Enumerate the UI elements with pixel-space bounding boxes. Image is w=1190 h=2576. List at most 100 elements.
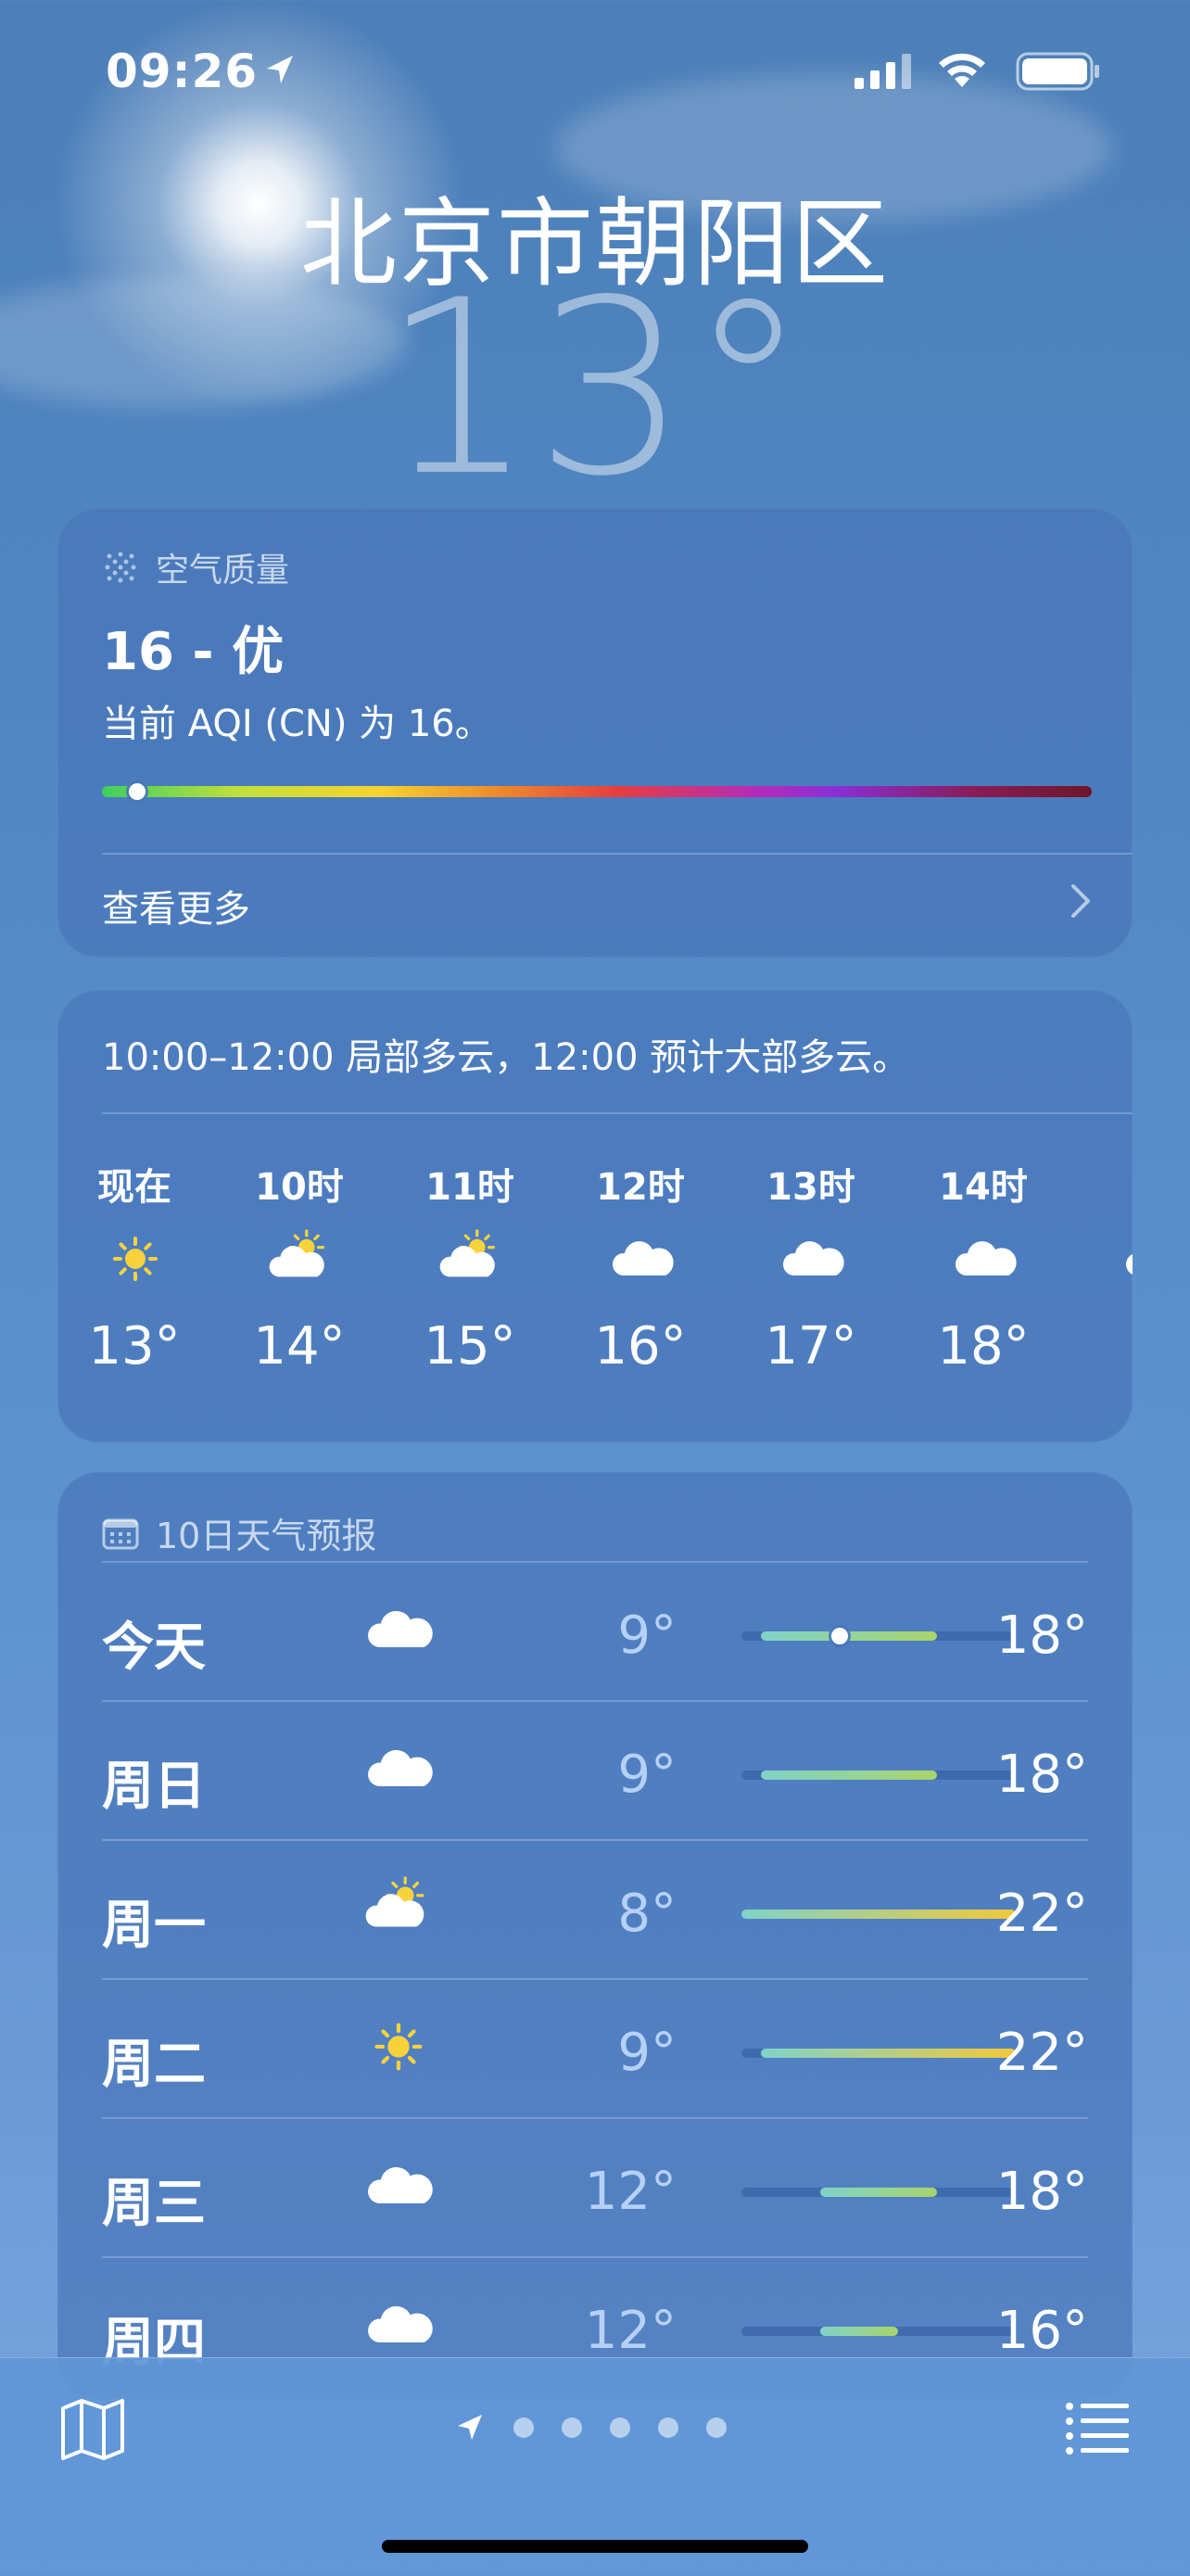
page-dot[interactable] <box>610 2417 630 2438</box>
current-temperature: 13° <box>381 249 809 529</box>
low-temperature: 9° <box>617 1605 677 1666</box>
hourly-forecast-card[interactable]: 10:00–12:00 局部多云，12:00 预计大部多云。 现在 13° 10时… <box>57 990 1133 1442</box>
day-row[interactable]: 周一 8° 22° <box>102 1839 1088 1980</box>
day-weather-icon <box>361 1598 436 1663</box>
high-temperature: 16° <box>995 2301 1088 2361</box>
day-weather-icon <box>361 2015 436 2080</box>
temperature-range-fill <box>761 1631 938 1641</box>
page-dot[interactable] <box>658 2417 678 2438</box>
aqi-description: 当前 AQI (CN) 为 16。 <box>102 703 492 745</box>
hour-weather-icon <box>1121 1229 1133 1290</box>
ten-day-header: 10日天气预报 <box>102 1507 376 1558</box>
ten-day-title: 10日天气预报 <box>156 1516 377 1556</box>
status-bar: 09:26 <box>0 37 1190 104</box>
temperature-range-fill <box>741 1910 1016 1919</box>
cloud-icon <box>368 2305 433 2343</box>
partly-cloudy-icon <box>365 1876 424 1927</box>
high-temperature: 18° <box>995 1745 1088 1805</box>
page-dot[interactable] <box>706 2417 727 2438</box>
divider <box>102 853 1133 855</box>
cloud-icon <box>368 1749 433 1787</box>
temperature-range-track <box>741 2049 1016 2058</box>
temperature-range-fill <box>819 2327 899 2336</box>
hour-label: 14时 <box>939 1166 1028 1209</box>
page-dot[interactable] <box>513 2417 534 2438</box>
hour-label: 10时 <box>255 1166 344 1209</box>
day-name: 周日 <box>102 1757 206 1817</box>
location-arrow-icon <box>267 56 293 83</box>
hour-label: 13时 <box>766 1166 855 1209</box>
hour-weather-icon <box>437 1229 504 1290</box>
hour-label: 1 <box>1084 1157 1133 1199</box>
temperature-range-fill <box>761 2049 1016 2058</box>
hour-temperature: 14° <box>253 1316 346 1377</box>
ten-day-forecast-card[interactable]: 10日天气预报 今天 9° 18° 周日 9° 18° 周一 8° 22° 周二 9°… <box>57 1472 1133 2399</box>
day-weather-icon <box>361 2154 436 2219</box>
cloud-icon <box>1126 1254 1133 1275</box>
temperature-range-track <box>741 1910 1016 1919</box>
partly-cloudy-icon <box>269 1229 325 1277</box>
hour-temperature: 16° <box>594 1316 687 1377</box>
high-temperature: 22° <box>995 2023 1088 2083</box>
page-dot[interactable] <box>562 2417 582 2438</box>
hour-temperature: 15° <box>424 1316 516 1377</box>
cloud-icon <box>782 1241 844 1275</box>
day-name: 周二 <box>102 2035 206 2095</box>
cloud-icon <box>368 2166 433 2204</box>
partly-cloudy-icon <box>439 1229 496 1277</box>
low-temperature: 12° <box>584 2162 677 2222</box>
day-weather-icon <box>361 1876 436 1941</box>
chevron-right-icon[interactable] <box>1070 882 1092 920</box>
hour-temperature: 13° <box>88 1316 181 1377</box>
day-row[interactable]: 周日 9° 18° <box>102 1700 1088 1841</box>
air-quality-header: 空气质量 <box>102 543 289 591</box>
temperature-range-track <box>741 1628 1016 1644</box>
calendar-icon <box>102 1518 139 1549</box>
cloud-icon <box>612 1241 674 1275</box>
home-indicator[interactable] <box>382 2540 808 2553</box>
cellular-signal-icon <box>855 54 911 89</box>
current-temp-marker <box>830 1628 848 1644</box>
status-time: 09:26 <box>106 44 259 98</box>
day-row[interactable]: 今天 9° 18° <box>102 1561 1088 1702</box>
temperature-range-track <box>741 2188 1016 2197</box>
sun-icon <box>374 2023 423 2071</box>
air-quality-icon <box>105 552 136 583</box>
hour-weather-icon <box>267 1229 334 1290</box>
high-temperature: 18° <box>995 1605 1088 1666</box>
day-row[interactable]: 周二 9° 22° <box>102 1978 1088 2119</box>
map-icon[interactable] <box>57 2395 128 2462</box>
day-name: 周三 <box>102 2174 206 2234</box>
low-temperature: 9° <box>617 2023 677 2083</box>
day-weather-icon <box>361 2293 436 2358</box>
aqi-indicator <box>129 783 146 800</box>
air-quality-title: 空气质量 <box>156 552 290 590</box>
high-temperature: 22° <box>995 1884 1088 1944</box>
day-row[interactable]: 周三 12° 18° <box>102 2117 1088 2258</box>
battery-icon <box>1016 52 1099 91</box>
cloud-icon <box>955 1241 1017 1275</box>
hour-weather-icon <box>779 1229 845 1290</box>
low-temperature: 9° <box>617 1745 677 1805</box>
day-name: 今天 <box>102 1618 206 1678</box>
hour-temperature: 1 <box>1084 1316 1133 1377</box>
low-temperature: 8° <box>617 1884 677 1944</box>
hour-weather-icon <box>608 1229 675 1290</box>
current-location-arrow-icon[interactable] <box>454 2412 486 2443</box>
hour-label: 现在 <box>97 1166 171 1209</box>
temperature-range-fill <box>761 1770 938 1780</box>
hour-weather-icon <box>951 1229 1018 1290</box>
low-temperature: 12° <box>584 2301 677 2361</box>
list-icon[interactable] <box>1064 2399 1129 2455</box>
see-more-link[interactable]: 查看更多 <box>102 879 250 933</box>
high-temperature: 18° <box>995 2162 1088 2222</box>
day-weather-icon <box>361 1737 436 1802</box>
hour-label: 12时 <box>596 1166 685 1209</box>
aqi-value: 16 - 优 <box>102 622 285 682</box>
air-quality-card[interactable]: 空气质量 16 - 优 当前 AQI (CN) 为 16。 查看更多 <box>57 508 1133 958</box>
hourly-scroll[interactable]: 现在 13° 10时 14° 11时 15° 12时 16° 13时 17° 14时 18… <box>57 1110 1133 1442</box>
temperature-range-track <box>741 1770 1016 1780</box>
page-indicator[interactable] <box>454 2412 727 2443</box>
hour-weather-icon <box>102 1229 169 1290</box>
aqi-scale-bar <box>102 786 1092 797</box>
